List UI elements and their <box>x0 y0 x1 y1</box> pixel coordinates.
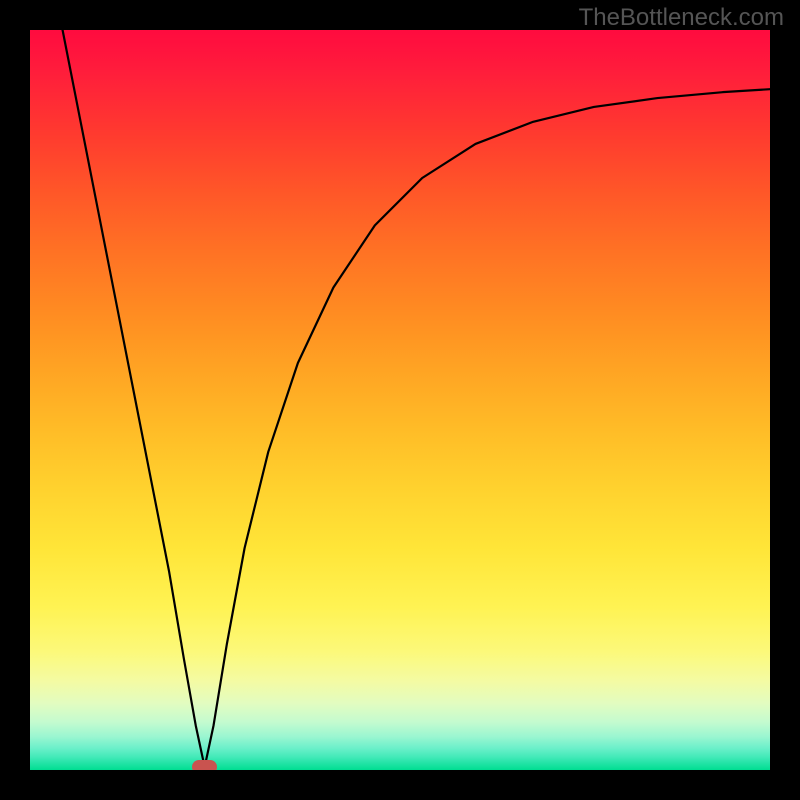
curve-lines <box>30 30 770 770</box>
watermark-text: TheBottleneck.com <box>579 4 784 32</box>
curve-left-branch <box>63 30 205 767</box>
curve-right-branch <box>205 89 770 767</box>
chart-container: TheBottleneck.com <box>0 0 800 800</box>
minimum-marker <box>192 760 217 770</box>
plot-area <box>30 30 770 770</box>
